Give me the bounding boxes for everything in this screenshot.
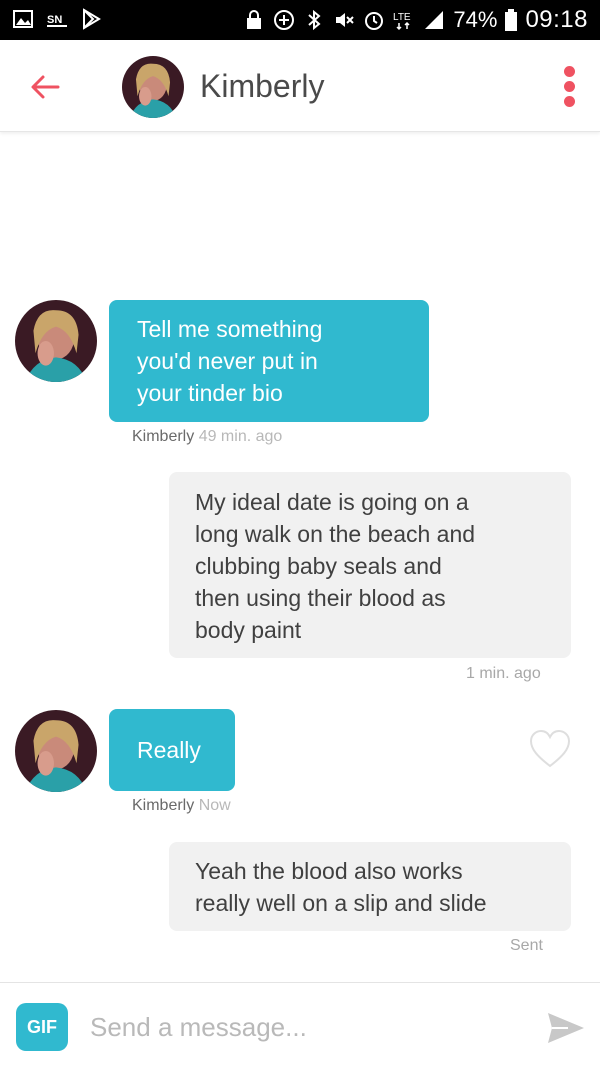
signal-icon <box>425 11 444 29</box>
message-line: Tell me something <box>137 316 323 342</box>
message-meta: Kimberly 49 min. ago <box>132 428 282 446</box>
avatar-photo <box>122 56 184 118</box>
lte-icon: LTE <box>393 12 411 31</box>
message-bubble-incoming[interactable]: Really <box>109 709 235 791</box>
battery-icon <box>505 9 518 31</box>
sender-name: Kimberly <box>132 797 195 814</box>
sender-avatar[interactable] <box>15 300 97 382</box>
battery-percent: 74% <box>453 7 498 32</box>
message-bubble-incoming[interactable]: Tell me something you'd never put in you… <box>109 300 429 422</box>
lock-icon <box>247 10 262 29</box>
data-saver-icon <box>274 10 295 30</box>
message-status: Sent <box>510 937 543 954</box>
message-line: you'd never put in <box>137 348 318 374</box>
gif-button[interactable]: GIF <box>16 1003 68 1051</box>
clock: 09:18 <box>525 6 588 33</box>
mute-icon <box>336 13 355 27</box>
message-meta: Kimberly Now <box>132 797 231 815</box>
message-line: clubbing baby seals and <box>195 553 442 579</box>
message-input[interactable] <box>90 1005 510 1049</box>
heart-icon[interactable] <box>527 728 573 770</box>
contact-name[interactable]: Kimberly <box>200 68 324 105</box>
message-line: your tinder bio <box>137 380 283 406</box>
message-composer: GIF <box>0 982 600 1067</box>
status-bar-right: LTE 74% 09:18 <box>243 6 588 34</box>
message-bubble-outgoing[interactable]: My ideal date is going on a long walk on… <box>169 472 571 658</box>
avatar-photo <box>15 710 97 792</box>
sender-avatar[interactable] <box>15 710 97 792</box>
sender-name: Kimberly <box>132 428 195 445</box>
gallery-icon <box>13 10 33 28</box>
sn-icon: SN <box>47 14 67 27</box>
back-arrow-icon[interactable] <box>28 70 62 104</box>
send-icon[interactable] <box>546 1011 586 1045</box>
play-store-icon <box>83 8 101 30</box>
message-time: 49 min. ago <box>198 428 283 445</box>
message-bubble-outgoing[interactable]: Yeah the blood also works really well on… <box>169 842 571 931</box>
bluetooth-icon <box>308 9 321 31</box>
message-line: body paint <box>195 617 302 643</box>
svg-text:LTE: LTE <box>393 12 411 23</box>
message-line: My ideal date is going on a <box>195 489 469 515</box>
message-line: Yeah the blood also works <box>195 858 463 884</box>
message-line: long walk on the beach and <box>195 521 476 547</box>
message-line: really well on a slip and slide <box>195 890 487 916</box>
chat-header: Kimberly <box>0 40 600 132</box>
message-line: then using their blood as <box>195 585 446 611</box>
message-time: Now <box>198 797 231 814</box>
status-bar: SN LTE 74% 09:18 <box>0 0 600 40</box>
svg-text:SN: SN <box>47 14 62 26</box>
alarm-icon <box>365 12 384 30</box>
message-line: Really <box>137 737 201 763</box>
contact-avatar[interactable] <box>122 56 184 118</box>
avatar-photo <box>15 300 97 382</box>
status-bar-left: SN <box>12 8 102 30</box>
message-time: 1 min. ago <box>466 665 541 682</box>
more-vert-icon[interactable] <box>560 66 578 110</box>
